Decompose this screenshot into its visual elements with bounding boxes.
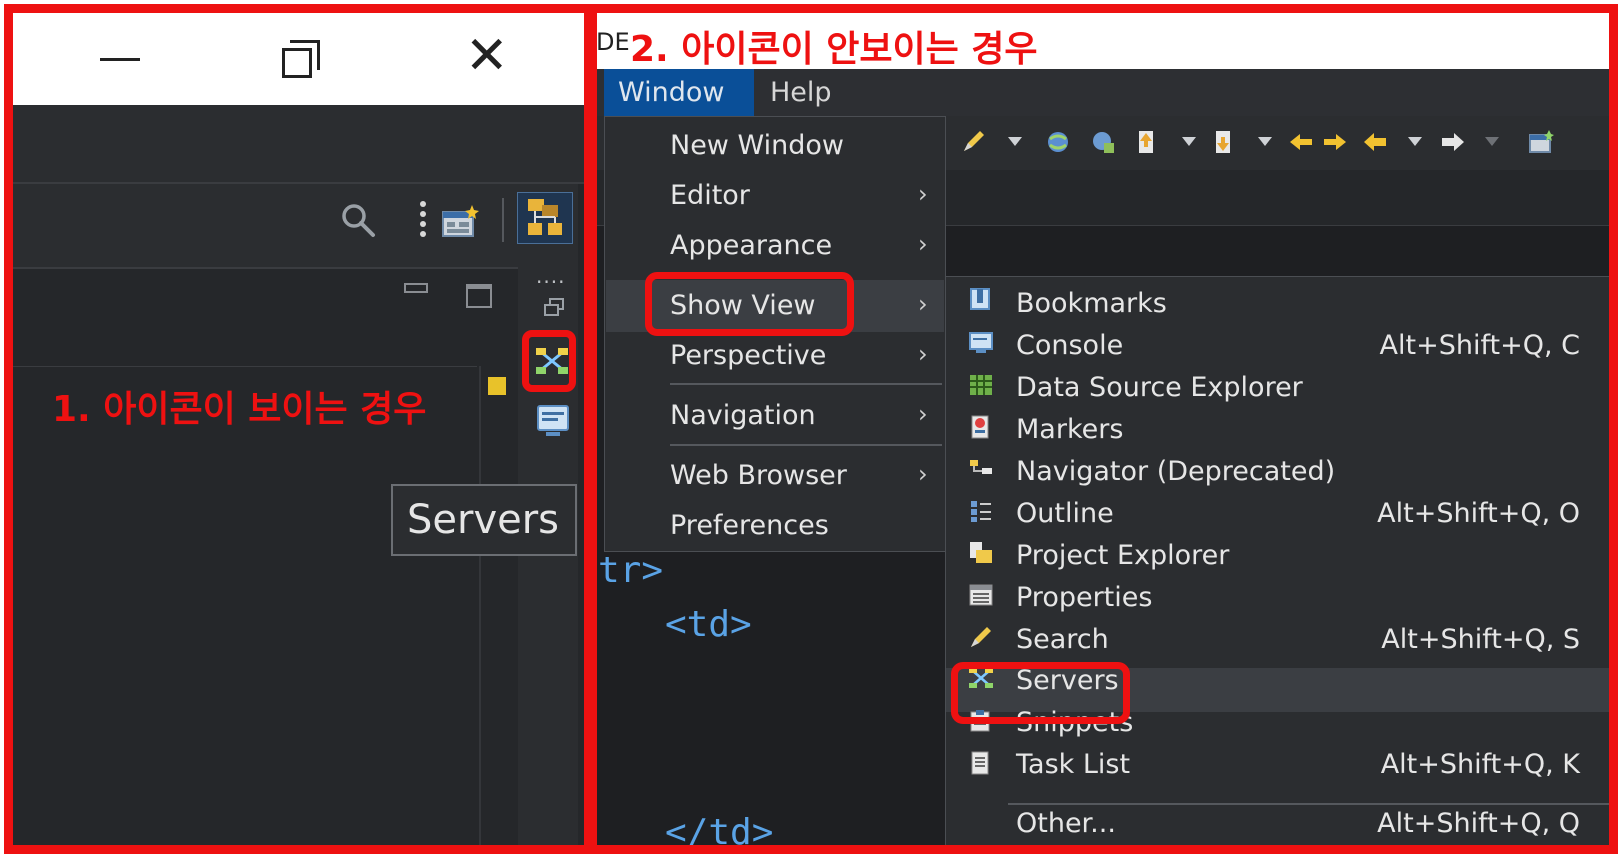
right-annotation-frame <box>588 4 1618 854</box>
left-annotation-frame <box>4 4 593 854</box>
